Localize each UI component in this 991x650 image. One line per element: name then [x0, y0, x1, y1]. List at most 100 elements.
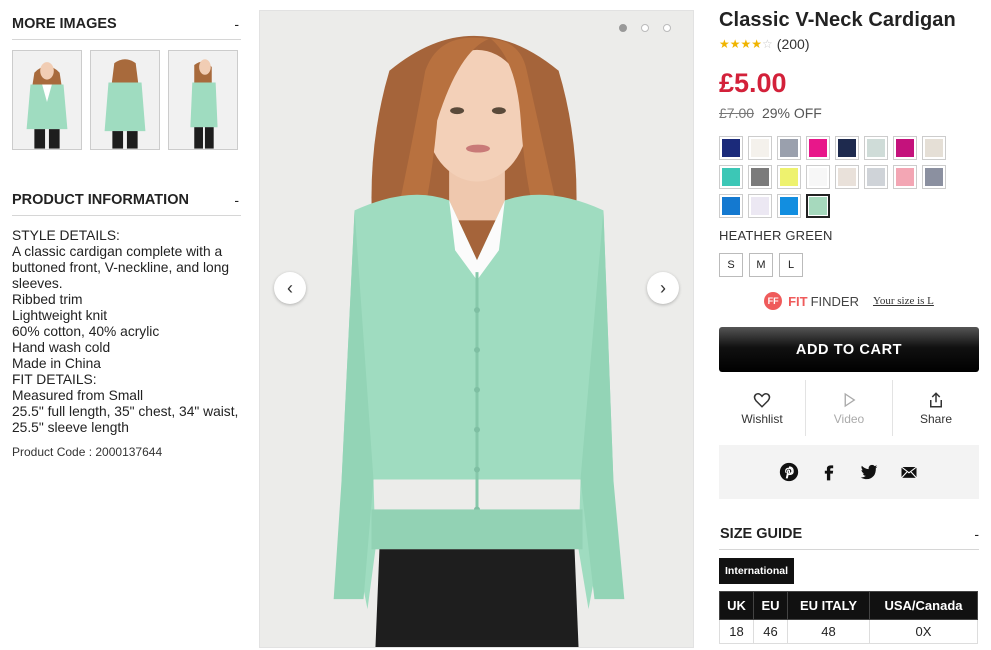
- color-swatch[interactable]: [777, 136, 801, 160]
- collapse-toggle[interactable]: -: [974, 526, 979, 542]
- color-swatch-fill: [809, 139, 827, 157]
- color-swatch-fill: [751, 168, 769, 186]
- color-swatch-fill: [838, 139, 856, 157]
- product-photo: [260, 11, 693, 647]
- carousel-dot[interactable]: [641, 24, 649, 32]
- color-swatch[interactable]: [922, 165, 946, 189]
- right-column: Classic V-Neck Cardigan ★★★★☆ (200) £5.0…: [719, 0, 979, 644]
- color-swatch-fill: [722, 139, 740, 157]
- color-swatch-fill: [838, 168, 856, 186]
- color-swatch[interactable]: [719, 165, 743, 189]
- review-count[interactable]: (200): [777, 36, 810, 52]
- color-swatch-fill: [780, 197, 798, 215]
- thumbnail-front-image: [13, 51, 81, 149]
- color-swatch[interactable]: [835, 136, 859, 160]
- collapse-toggle[interactable]: -: [234, 16, 241, 32]
- price-comparison: £7.00 29% OFF: [719, 105, 979, 121]
- product-information-heading: PRODUCT INFORMATION: [12, 191, 189, 208]
- color-swatch[interactable]: [806, 165, 830, 189]
- color-swatch[interactable]: [864, 136, 888, 160]
- thumbnail-side-image: [169, 51, 237, 149]
- color-swatch-fill: [925, 168, 943, 186]
- color-swatch[interactable]: [777, 165, 801, 189]
- wishlist-button[interactable]: Wishlist: [719, 380, 806, 436]
- share-label: Share: [919, 411, 953, 426]
- detail-line: 60% cotton, 40% acrylic: [12, 324, 160, 339]
- main-product-image[interactable]: ‹ ›: [259, 10, 694, 648]
- thumbnail-side[interactable]: [168, 50, 238, 150]
- detail-line: Measured from Small: [12, 388, 144, 403]
- size-guide-heading: SIZE GUIDE: [720, 525, 803, 542]
- color-swatch-fill: [780, 139, 798, 157]
- product-title: Classic V-Neck Cardigan: [719, 9, 956, 31]
- size-option-s[interactable]: S: [719, 253, 743, 277]
- size-option-l[interactable]: L: [779, 253, 803, 277]
- color-swatch[interactable]: [748, 165, 772, 189]
- color-swatch[interactable]: [893, 165, 917, 189]
- color-swatch[interactable]: [748, 194, 772, 218]
- color-swatch-fill: [780, 168, 798, 186]
- carousel-dot[interactable]: [663, 24, 671, 32]
- size-guide-header[interactable]: SIZE GUIDE -: [719, 518, 979, 550]
- add-to-cart-button[interactable]: ADD TO CART: [719, 327, 979, 372]
- video-label: Video: [833, 411, 865, 426]
- fit-finder-logo-icon: FF: [764, 292, 783, 310]
- color-swatch[interactable]: [719, 194, 743, 218]
- color-swatch-fill: [896, 168, 914, 186]
- chevron-right-icon[interactable]: ›: [647, 272, 679, 304]
- thumbnail-back[interactable]: [90, 50, 160, 150]
- column-header: EU ITALY: [787, 591, 870, 620]
- color-swatch[interactable]: [777, 194, 801, 218]
- detail-line: Lightweight knit: [12, 308, 108, 323]
- column-header: UK: [719, 591, 754, 620]
- thumbnail-back-image: [91, 51, 159, 149]
- color-swatch[interactable]: [893, 136, 917, 160]
- color-swatch-fill: [867, 139, 885, 157]
- product-information-header[interactable]: PRODUCT INFORMATION -: [12, 176, 241, 216]
- more-images-heading: MORE IMAGES: [12, 15, 117, 32]
- detail-line: Hand wash cold: [12, 340, 111, 355]
- table-cell: 18: [719, 619, 754, 644]
- thumbnail-front[interactable]: [12, 50, 82, 150]
- your-size-link[interactable]: Your size is L: [873, 295, 934, 307]
- twitter-icon[interactable]: [859, 462, 879, 482]
- carousel-dots: [619, 24, 671, 32]
- table-cell: 46: [753, 619, 788, 644]
- column-header: EU: [753, 591, 788, 620]
- color-swatches: [719, 136, 979, 218]
- share-button[interactable]: Share: [893, 380, 979, 436]
- size-guide-tab-international[interactable]: International: [719, 558, 795, 584]
- color-swatch[interactable]: [806, 194, 830, 218]
- rating[interactable]: ★★★★☆ (200): [719, 36, 979, 52]
- table-row: 18 46 48 0X: [719, 619, 978, 644]
- product-code: Product Code : 2000137644: [12, 445, 163, 459]
- facebook-icon[interactable]: [819, 462, 839, 482]
- pinterest-icon[interactable]: [779, 462, 799, 482]
- color-swatch[interactable]: [748, 136, 772, 160]
- color-swatch[interactable]: [806, 136, 830, 160]
- fit-finder[interactable]: FF FIT FINDER Your size is L: [719, 292, 979, 310]
- collapse-toggle[interactable]: -: [234, 192, 241, 208]
- selected-color-name: HEATHER GREEN: [719, 228, 833, 243]
- color-swatch[interactable]: [864, 165, 888, 189]
- left-column: MORE IMAGES - PRODUCT INFORMATION - STYL…: [12, 0, 241, 459]
- video-button[interactable]: Video: [806, 380, 893, 436]
- fit-finder-brand: FIT: [788, 293, 808, 309]
- fit-finder-label: FINDER: [810, 293, 859, 309]
- table-cell: 48: [787, 619, 870, 644]
- chevron-left-icon[interactable]: ‹: [274, 272, 306, 304]
- size-option-m[interactable]: M: [749, 253, 773, 277]
- product-details: STYLE DETAILS: A classic cardigan comple…: [12, 228, 241, 436]
- email-icon[interactable]: [899, 462, 919, 482]
- detail-line: Ribbed trim: [12, 292, 83, 307]
- color-swatch[interactable]: [835, 165, 859, 189]
- color-swatch[interactable]: [719, 136, 743, 160]
- discount-label: 29% OFF: [761, 105, 822, 121]
- carousel-dot[interactable]: [619, 24, 627, 32]
- color-swatch-fill: [751, 197, 769, 215]
- action-bar: Wishlist Video Share: [719, 380, 979, 436]
- column-header: USA/Canada: [869, 591, 978, 620]
- more-images-header[interactable]: MORE IMAGES -: [12, 0, 241, 40]
- color-swatch-fill: [809, 197, 827, 215]
- color-swatch[interactable]: [922, 136, 946, 160]
